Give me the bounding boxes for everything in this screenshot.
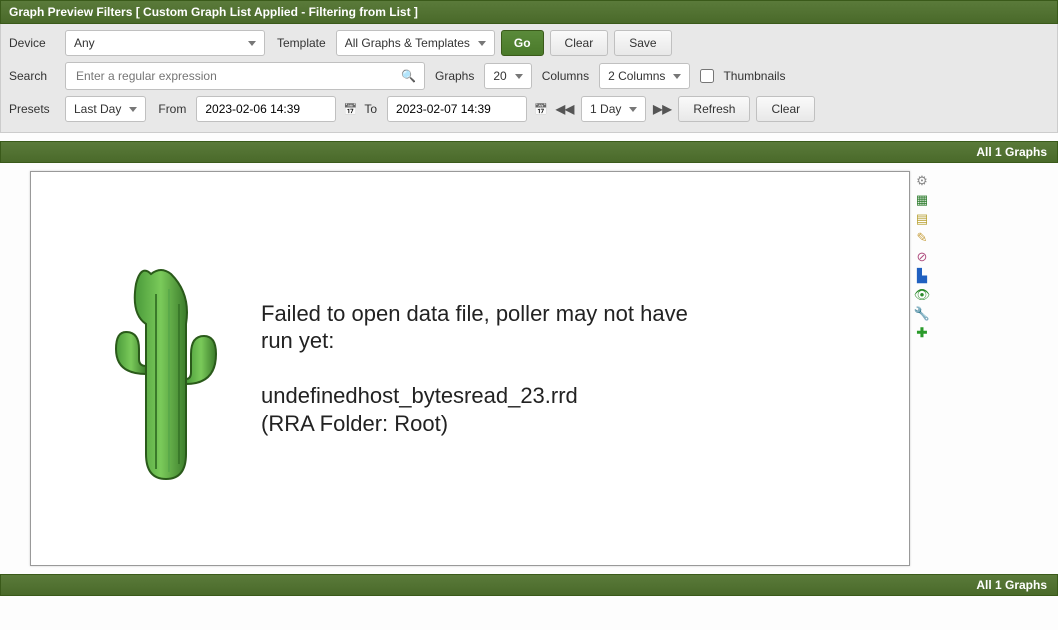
timespan-value: 1 Day	[590, 102, 621, 116]
gear-icon[interactable]: ⚙	[914, 173, 930, 189]
filter-row-2: Search 🔍 Graphs 20 Columns 2 Columns Thu…	[9, 62, 1049, 90]
template-label: Template	[277, 36, 330, 50]
page-title: Graph Preview Filters [ Custom Graph Lis…	[9, 5, 418, 19]
csv-export-icon[interactable]: ▦	[914, 192, 930, 208]
calendar-icon[interactable]	[533, 101, 549, 117]
search-wrapper: 🔍	[65, 62, 425, 90]
presets-label: Presets	[9, 102, 59, 116]
filter-row-3: Presets Last Day From To ◀◀ 1 Day ▶▶ Ref…	[9, 96, 1049, 122]
add-icon[interactable]: ✚	[914, 325, 930, 341]
chevron-down-icon	[629, 107, 637, 112]
to-label: To	[364, 102, 381, 116]
graph-action-icons: ⚙ ▦ ▤ ✎ ⊘ ▙ 👁 🔧 ✚	[914, 171, 930, 341]
shift-right-button[interactable]: ▶▶	[652, 99, 672, 119]
error-line2: undefinedhost_bytesread_23.rrd	[261, 382, 711, 410]
chevron-down-icon	[129, 107, 137, 112]
graph-area: Failed to open data file, poller may not…	[0, 163, 1058, 566]
to-input[interactable]	[387, 96, 527, 122]
graph-error-text: Failed to open data file, poller may not…	[261, 300, 711, 438]
graphs-label: Graphs	[435, 69, 478, 83]
results-count-bottom: All 1 Graphs	[976, 578, 1047, 592]
chevron-down-icon	[248, 41, 256, 46]
error-line3: (RRA Folder: Root)	[261, 410, 711, 438]
results-bar-top: All 1 Graphs	[0, 141, 1058, 163]
calendar-icon[interactable]	[342, 101, 358, 117]
chevron-down-icon	[478, 41, 486, 46]
search-icon[interactable]: 🔍	[401, 69, 416, 83]
graphs-select[interactable]: 20	[484, 63, 531, 89]
columns-select[interactable]: 2 Columns	[599, 63, 690, 89]
save-button[interactable]: Save	[614, 30, 671, 56]
zoom-icon[interactable]: ⊘	[914, 249, 930, 265]
cactus-icon	[91, 254, 231, 484]
page-title-bar: Graph Preview Filters [ Custom Graph Lis…	[0, 0, 1058, 24]
presets-select[interactable]: Last Day	[65, 96, 146, 122]
filter-row-1: Device Any Template All Graphs & Templat…	[9, 30, 1049, 56]
chevron-down-icon	[673, 74, 681, 79]
from-label: From	[158, 102, 190, 116]
graph-panel: Failed to open data file, poller may not…	[30, 171, 910, 566]
device-select[interactable]: Any	[65, 30, 265, 56]
clear-button[interactable]: Clear	[550, 30, 609, 56]
results-bar-bottom: All 1 Graphs	[0, 574, 1058, 596]
presets-value: Last Day	[74, 102, 121, 116]
eye-icon[interactable]: 👁	[914, 287, 930, 303]
page-icon[interactable]: ▤	[914, 211, 930, 227]
device-value: Any	[74, 36, 95, 50]
thumbnails-checkbox[interactable]	[700, 69, 714, 83]
clear-time-button[interactable]: Clear	[756, 96, 815, 122]
refresh-button[interactable]: Refresh	[678, 96, 750, 122]
shift-left-button[interactable]: ◀◀	[555, 99, 575, 119]
go-button[interactable]: Go	[501, 30, 544, 56]
from-input[interactable]	[196, 96, 336, 122]
wrench-icon[interactable]: 🔧	[914, 306, 930, 322]
chevron-down-icon	[515, 74, 523, 79]
template-value: All Graphs & Templates	[345, 36, 470, 50]
columns-value: 2 Columns	[608, 69, 665, 83]
graphs-value: 20	[493, 69, 506, 83]
search-input[interactable]	[74, 68, 354, 84]
columns-label: Columns	[542, 69, 593, 83]
device-label: Device	[9, 36, 59, 50]
edit-icon[interactable]: ✎	[914, 230, 930, 246]
thumbnails-label: Thumbnails	[723, 69, 785, 83]
results-count: All 1 Graphs	[976, 145, 1047, 159]
timespan-select[interactable]: 1 Day	[581, 96, 646, 122]
chart-icon[interactable]: ▙	[914, 268, 930, 284]
error-line1: Failed to open data file, poller may not…	[261, 300, 711, 355]
search-label: Search	[9, 69, 59, 83]
filter-panel: Device Any Template All Graphs & Templat…	[0, 24, 1058, 133]
template-select[interactable]: All Graphs & Templates	[336, 30, 495, 56]
